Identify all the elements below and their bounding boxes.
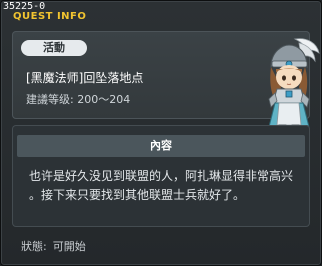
quest-header-panel: 活動 [黑魔法师]回坠落地点 建議等级: 200～204 <box>12 31 320 138</box>
category-badge: 活動 <box>21 40 87 56</box>
level-label: 建議等级: <box>26 93 74 106</box>
content-header: 內容 <box>17 135 305 157</box>
status-label: 狀態: <box>21 240 47 253</box>
quest-description: 也许是好久没见到联盟的人，阿扎琳显得非常高兴 。接下来只要找到其他联盟士兵就好了… <box>29 167 305 205</box>
window-title: QUEST INFO <box>13 11 87 22</box>
level-value: 200～204 <box>77 93 131 106</box>
quest-level: 建議等级: 200～204 <box>26 91 130 107</box>
status-value: 可開始 <box>52 240 86 253</box>
quest-name: [黑魔法师]回坠落地点 <box>26 71 144 85</box>
quest-info-window: 35225-0 QUEST INFO 活動 [黑魔法师]回坠落地点 建議等级: … <box>0 0 322 266</box>
description-line: 。接下来只要找到其他联盟士兵就好了。 <box>29 188 246 202</box>
content-panel: 內容 也许是好久没见到联盟的人，阿扎琳显得非常高兴 。接下来只要找到其他联盟士兵… <box>12 125 310 227</box>
quest-status: 狀態: 可開始 <box>21 238 86 254</box>
description-line: 也许是好久没见到联盟的人，阿扎琳显得非常高兴 <box>29 169 294 183</box>
